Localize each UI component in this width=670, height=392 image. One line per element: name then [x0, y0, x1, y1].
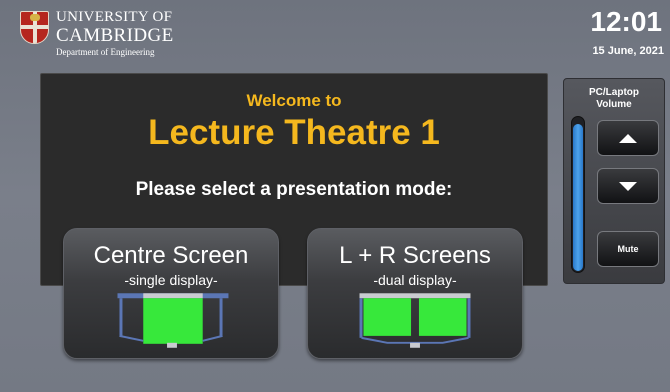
volume-level-fill [573, 124, 583, 271]
date: 15 June, 2021 [592, 45, 664, 57]
university-logo: UNIVERSITY OF CAMBRIDGE Department of En… [20, 10, 174, 57]
mode-prompt: Please select a presentation mode: [135, 179, 453, 200]
lr-screens-button[interactable]: L + R Screens -dual display- [307, 228, 523, 359]
volume-panel: PC/Laptop Volume Mute [563, 78, 665, 284]
room-name: Lecture Theatre 1 [148, 113, 440, 152]
triangle-down-icon [619, 181, 637, 191]
volume-up-button[interactable] [597, 120, 659, 156]
welcome-greeting: Welcome to [246, 91, 342, 110]
dual-display-icon [359, 293, 471, 348]
centre-screen-button[interactable]: Centre Screen -single display- [63, 228, 279, 359]
university-name-line1: UNIVERSITY OF [56, 9, 173, 25]
clock: 12:01 [590, 6, 662, 37]
university-name: UNIVERSITY OF CAMBRIDGE Department of En… [56, 10, 174, 57]
department-name: Department of Engineering [56, 47, 155, 57]
mode-title: Centre Screen [93, 242, 249, 269]
volume-title-line2: Volume [596, 98, 632, 110]
mode-title: L + R Screens [339, 242, 491, 269]
university-crest-icon [20, 11, 49, 44]
mode-subtitle: -dual display- [373, 272, 457, 288]
triangle-up-icon [619, 133, 637, 143]
volume-down-button[interactable] [597, 168, 659, 204]
mute-button[interactable]: Mute [597, 231, 659, 267]
volume-title-line1: PC/Laptop [589, 87, 639, 98]
mode-subtitle: -single display- [124, 272, 218, 288]
single-display-icon [117, 293, 229, 348]
volume-title: PC/Laptop Volume [564, 87, 664, 110]
volume-slider[interactable] [571, 116, 585, 273]
university-name-line2: CAMBRIDGE [56, 25, 174, 46]
